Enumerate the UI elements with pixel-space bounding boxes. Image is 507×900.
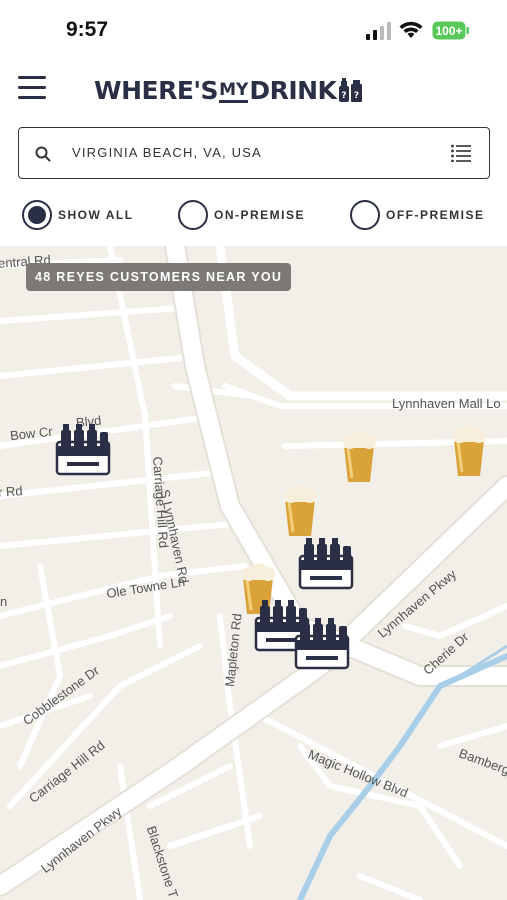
filter-on-premise[interactable]: ON-PREMISE	[178, 200, 305, 230]
logo-where: WHERE'S	[94, 75, 219, 105]
six-pack-icon[interactable]	[294, 616, 350, 670]
app-logo[interactable]: WHERE'S MY DRINK ? ?	[94, 70, 364, 110]
road-label: Lynnhaven Mall Lo	[392, 396, 501, 411]
status-bar: 9:57 100+	[0, 0, 507, 60]
radio-on-premise[interactable]	[178, 200, 208, 230]
svg-text:?: ?	[342, 91, 347, 101]
hamburger-icon[interactable]	[18, 76, 46, 100]
filter-label: SHOW ALL	[58, 208, 134, 222]
battery-label: 100+	[435, 24, 462, 38]
radio-off-premise[interactable]	[350, 200, 380, 230]
search-input[interactable]: VIRGINIA BEACH, VA, USA	[72, 145, 262, 160]
beer-glass-icon[interactable]	[450, 424, 488, 478]
drinks-logo-icon: ? ?	[339, 78, 363, 102]
cellular-signal-icon	[366, 22, 391, 40]
list-icon[interactable]	[451, 144, 471, 162]
app-header: WHERE'S MY DRINK ? ?	[0, 62, 507, 118]
map-view[interactable]: .rw{stroke:#ffffff;fill:none;stroke-line…	[0, 246, 507, 900]
filter-radio-group: SHOW ALL ON-PREMISE OFF-PREMISE	[0, 196, 507, 238]
road-label: r Rd	[0, 483, 24, 500]
customers-count-badge: 48 REYES CUSTOMERS NEAR YOU	[26, 263, 292, 291]
radio-show-all[interactable]	[22, 200, 52, 230]
logo-drink: DRINK	[249, 75, 337, 105]
filter-off-premise[interactable]: OFF-PREMISE	[350, 200, 485, 230]
road-label: n	[0, 594, 8, 609]
six-pack-icon[interactable]	[55, 422, 111, 476]
filter-label: OFF-PREMISE	[386, 208, 485, 222]
beer-glass-icon[interactable]	[281, 484, 319, 538]
wifi-icon	[399, 21, 423, 38]
filter-show-all[interactable]: SHOW ALL	[22, 200, 134, 230]
six-pack-icon[interactable]	[298, 536, 354, 590]
battery-icon: 100+	[432, 21, 469, 40]
beer-glass-icon[interactable]	[340, 430, 378, 484]
status-time: 9:57	[66, 18, 109, 41]
logo-my: MY	[219, 81, 249, 103]
svg-text:?: ?	[354, 91, 359, 101]
location-search-box[interactable]: VIRGINIA BEACH, VA, USA	[18, 127, 490, 179]
search-icon	[35, 146, 51, 162]
filter-label: ON-PREMISE	[214, 208, 306, 222]
